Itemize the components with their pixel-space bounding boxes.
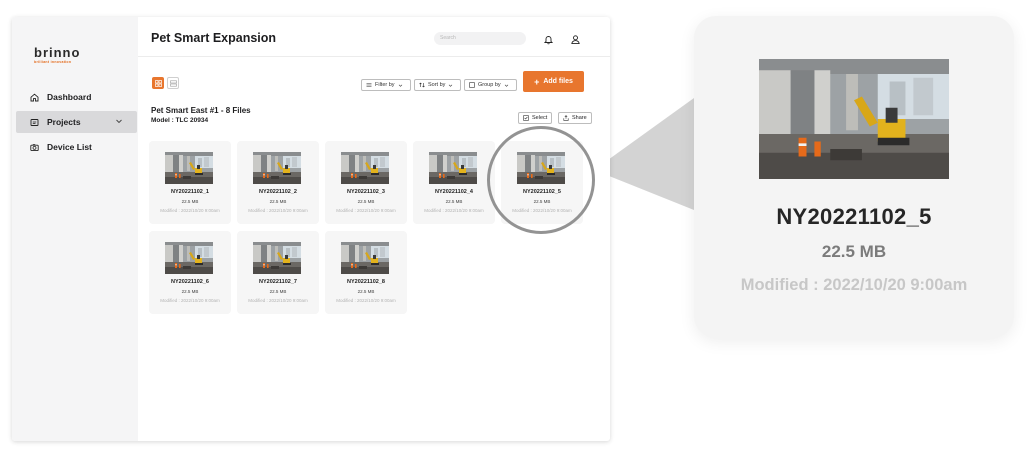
file-name: NY20221102_7 xyxy=(259,279,297,285)
zoomed-thumbnail xyxy=(759,59,949,179)
file-modified: Modified : 2022/10/20 9:00am xyxy=(336,208,396,213)
file-card[interactable]: NY20221102_2 22.5 MB Modified : 2022/10/20… xyxy=(237,141,319,224)
sidebar-item-label: Dashboard xyxy=(47,92,92,102)
file-thumbnail xyxy=(341,152,389,184)
group-label: Group by xyxy=(478,82,501,88)
file-thumbnail xyxy=(253,152,301,184)
search-input[interactable]: Search xyxy=(434,32,526,45)
grid-view-button[interactable] xyxy=(152,77,164,89)
chevron-down-icon xyxy=(398,84,402,87)
file-size: 22.5 MB xyxy=(269,199,287,204)
file-name: NY20221102_6 xyxy=(171,279,209,285)
filter-button[interactable]: Filter by xyxy=(361,79,411,91)
share-button[interactable]: Share xyxy=(558,112,592,124)
sort-icon xyxy=(419,82,425,88)
file-name: NY20221102_3 xyxy=(347,189,385,195)
filter-label: Filter by xyxy=(375,82,395,88)
file-size: 22.5 MB xyxy=(357,199,375,204)
folder-icon xyxy=(30,118,39,127)
magnifier-lens xyxy=(487,126,595,234)
chevron-down-icon[interactable] xyxy=(115,117,123,125)
file-size: 22.5 MB xyxy=(181,199,199,204)
add-files-button[interactable]: + Add files xyxy=(523,71,584,92)
share-icon xyxy=(563,115,569,121)
file-card[interactable]: NY20221102_1 22.5 MB Modified : 2022/10/20… xyxy=(149,141,231,224)
page-title: Pet Smart Expansion xyxy=(151,31,277,45)
sidebar-item-projects[interactable]: Projects xyxy=(16,111,137,133)
sidebar-item-device-list[interactable]: Device List xyxy=(16,136,137,158)
file-thumbnail xyxy=(253,242,301,274)
chevron-down-icon xyxy=(449,84,453,87)
bell-icon[interactable] xyxy=(543,32,554,45)
home-icon xyxy=(30,93,39,102)
file-card[interactable]: NY20221102_8 22.5 MB Modified : 2022/10/20… xyxy=(325,231,407,314)
file-modified: Modified : 2022/10/20 9:00am xyxy=(160,208,220,213)
brand-logo: brinno brilliant innovation xyxy=(34,45,80,64)
zoomed-file-size: 22.5 MB xyxy=(821,242,887,261)
group-button[interactable]: Group by xyxy=(464,79,517,91)
file-card[interactable]: NY20221102_3 22.5 MB Modified : 2022/10/20… xyxy=(325,141,407,224)
select-button[interactable]: Select xyxy=(518,112,553,124)
file-name: NY20221102_1 xyxy=(171,189,209,195)
file-thumbnail xyxy=(165,242,213,274)
zoomed-file-modified: Modified : 2022/10/20 9:00am xyxy=(740,276,968,294)
file-size: 22.5 MB xyxy=(269,289,287,294)
zoomed-file-card: NY20221102_5 22.5 MB Modified : 2022/10/… xyxy=(694,16,1014,338)
file-thumbnail xyxy=(429,152,477,184)
file-size: 22.5 MB xyxy=(181,289,199,294)
sidebar-item-dashboard[interactable]: Dashboard xyxy=(16,86,137,108)
file-thumbnail xyxy=(165,152,213,184)
user-icon[interactable] xyxy=(570,32,581,45)
project-title: Pet Smart East #1 - 8 Files xyxy=(151,106,251,115)
camera-icon xyxy=(30,143,39,152)
file-name: NY20221102_2 xyxy=(259,189,297,195)
add-files-label: Add files xyxy=(543,78,573,85)
file-card[interactable]: NY20221102_4 22.5 MB Modified : 2022/10/20… xyxy=(413,141,495,224)
logo-word: brinno xyxy=(34,45,81,60)
file-name: NY20221102_4 xyxy=(435,189,473,195)
sidebar: brinno brilliant innovation Dashboard Pr… xyxy=(12,17,138,441)
filter-icon xyxy=(366,83,372,87)
plus-icon: + xyxy=(534,76,540,87)
file-size: 22.5 MB xyxy=(357,289,375,294)
file-modified: Modified : 2022/10/20 9:00am xyxy=(424,208,484,213)
file-modified: Modified : 2022/10/20 9:00am xyxy=(248,208,308,213)
file-card[interactable]: NY20221102_6 22.5 MB Modified : 2022/10/20… xyxy=(149,231,231,314)
logo-tagline: brilliant innovation xyxy=(34,60,72,64)
sidebar-item-label: Device List xyxy=(47,142,92,152)
stage: brinno brilliant innovation Dashboard Pr… xyxy=(0,0,1034,453)
checkbox-icon xyxy=(523,115,529,121)
sort-button[interactable]: Sort by xyxy=(414,79,462,91)
file-name: NY20221102_8 xyxy=(347,279,385,285)
file-modified: Modified : 2022/10/20 9:00am xyxy=(336,298,396,303)
header-divider xyxy=(138,56,610,57)
chevron-down-icon xyxy=(504,84,508,87)
file-modified: Modified : 2022/10/20 9:00am xyxy=(160,298,220,303)
file-size: 22.5 MB xyxy=(445,199,463,204)
file-modified: Modified : 2022/10/20 9:00am xyxy=(248,298,308,303)
share-label: Share xyxy=(572,115,587,121)
file-card[interactable]: NY20221102_7 22.5 MB Modified : 2022/10/20… xyxy=(237,231,319,314)
list-view-button[interactable] xyxy=(167,77,179,89)
select-label: Select xyxy=(532,115,548,121)
sort-label: Sort by xyxy=(428,82,446,88)
group-icon xyxy=(469,82,475,88)
project-model: Model : TLC 20934 xyxy=(151,117,209,124)
zoomed-file-name: NY20221102_5 xyxy=(776,204,932,229)
file-thumbnail xyxy=(341,242,389,274)
sidebar-item-label: Projects xyxy=(47,117,81,127)
